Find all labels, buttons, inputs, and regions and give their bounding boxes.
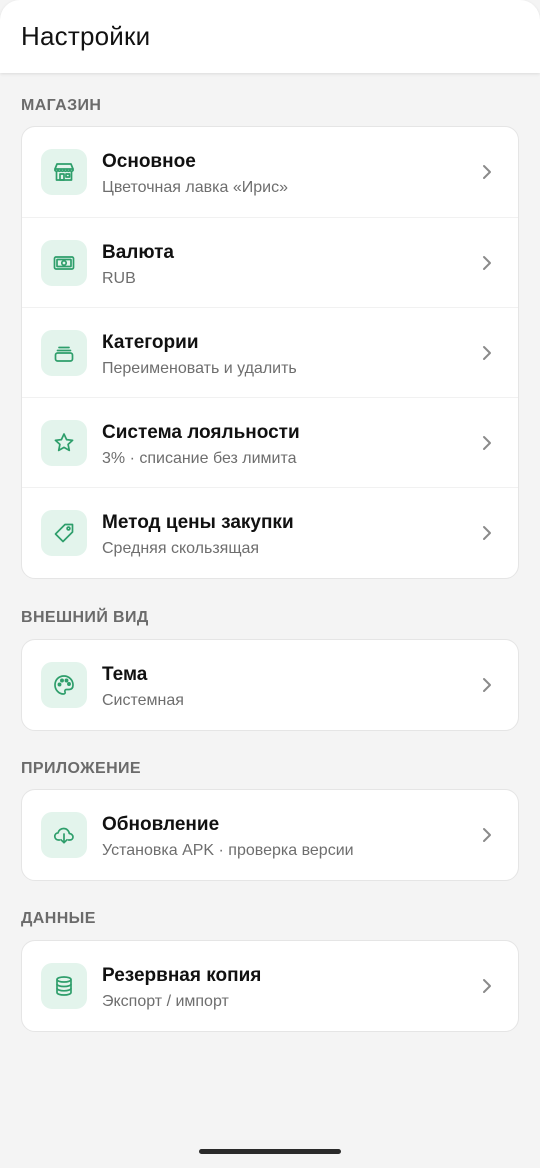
store-settings-card: Основное Цветочная лавка «Ирис» Валюта R… xyxy=(21,126,519,579)
chevron-right-icon xyxy=(483,678,491,692)
settings-item-title: Тема xyxy=(102,664,148,685)
chevron-right-icon xyxy=(483,436,491,450)
settings-item-subtitle: Установка APK · проверка версии xyxy=(102,842,354,859)
settings-item-general[interactable]: Основное Цветочная лавка «Ирис» xyxy=(22,127,518,217)
app-settings-card: Обновление Установка APK · проверка верс… xyxy=(21,789,519,881)
banknote-icon xyxy=(41,240,87,286)
chevron-right-icon xyxy=(483,979,491,993)
section-header-appearance: ВНЕШНИЙ ВИД xyxy=(21,609,149,626)
settings-item-subtitle: Цветочная лавка «Ирис» xyxy=(102,179,288,196)
settings-item-update[interactable]: Обновление Установка APK · проверка верс… xyxy=(22,790,518,880)
settings-item-backup[interactable]: Резервная копия Экспорт / импорт xyxy=(22,941,518,1031)
app-bar: Настройки xyxy=(0,0,540,73)
database-icon xyxy=(41,963,87,1009)
palette-icon xyxy=(41,662,87,708)
section-header-store: МАГАЗИН xyxy=(21,97,102,114)
settings-item-title: Система лояльности xyxy=(102,422,300,443)
chevron-right-icon xyxy=(483,526,491,540)
settings-item-subtitle: Экспорт / импорт xyxy=(102,993,229,1010)
settings-item-subtitle: 3% · списание без лимита xyxy=(102,450,297,467)
settings-item-title: Категории xyxy=(102,332,199,353)
settings-item-title: Валюта xyxy=(102,242,174,263)
settings-item-title: Метод цены закупки xyxy=(102,512,294,533)
settings-item-loyalty[interactable]: Система лояльности 3% · списание без лим… xyxy=(22,397,518,487)
settings-item-currency[interactable]: Валюта RUB xyxy=(22,217,518,307)
settings-item-title: Обновление xyxy=(102,814,220,835)
tag-icon xyxy=(41,510,87,556)
appearance-settings-card: Тема Системная xyxy=(21,639,519,731)
settings-item-theme[interactable]: Тема Системная xyxy=(22,640,518,730)
settings-item-subtitle: Системная xyxy=(102,692,184,709)
chevron-right-icon xyxy=(483,165,491,179)
data-settings-card: Резервная копия Экспорт / импорт xyxy=(21,940,519,1032)
settings-item-subtitle: Переименовать и удалить xyxy=(102,360,297,377)
settings-item-title: Основное xyxy=(102,151,196,172)
settings-item-categories[interactable]: Категории Переименовать и удалить xyxy=(22,307,518,397)
section-header-data: ДАННЫЕ xyxy=(21,910,96,927)
folder-icon xyxy=(41,330,87,376)
store-icon xyxy=(41,149,87,195)
home-indicator[interactable] xyxy=(199,1149,341,1154)
settings-item-purchase-price-method[interactable]: Метод цены закупки Средняя скользящая xyxy=(22,487,518,577)
star-icon xyxy=(41,420,87,466)
settings-item-subtitle: RUB xyxy=(102,270,136,287)
section-header-app: ПРИЛОЖЕНИЕ xyxy=(21,760,141,777)
settings-item-title: Резервная копия xyxy=(102,965,262,986)
cloud-download-icon xyxy=(41,812,87,858)
settings-item-subtitle: Средняя скользящая xyxy=(102,540,260,557)
chevron-right-icon xyxy=(483,828,491,842)
chevron-right-icon xyxy=(483,346,491,360)
chevron-right-icon xyxy=(483,256,491,270)
page-title: Настройки xyxy=(21,21,151,51)
